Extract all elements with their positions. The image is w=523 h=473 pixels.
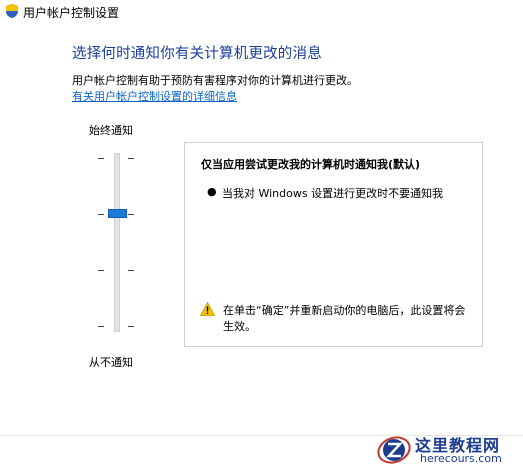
watermark: 这里教程网 herecours.com [372,430,522,470]
slider-thumb[interactable] [108,209,127,218]
slider-tick-right [128,326,134,327]
restart-warning: 在单击“确定”并重新启动你的电脑后，此设置将会生效。 [223,304,466,333]
watermark-url: herecours.com [420,452,502,465]
slider-tick-left [98,326,104,327]
slider-tick-left [98,158,104,159]
page-description: 用户帐户控制有助于预防有害程序对你的计算机进行更改。 [72,74,358,87]
window-title: 用户帐户控制设置 [23,6,120,20]
page-heading: 选择何时通知你有关计算机更改的消息 [72,46,322,62]
level-bullet: 当我对 Windows 设置进行更改时不要通知我 [222,187,444,200]
warning-icon [200,302,215,316]
watermark-logo-icon [377,436,411,464]
slider-bottom-label: 从不通知 [89,356,133,369]
level-title: 仅当应用尝试更改我的计算机时通知我(默认) [201,158,421,171]
slider-tick-right [128,214,134,215]
slider-top-label: 始终通知 [89,124,133,137]
slider-track[interactable] [114,153,120,332]
slider-tick-right [128,270,134,271]
level-description-panel: 仅当应用尝试更改我的计算机时通知我(默认) ● 当我对 Windows 设置进行… [184,142,483,347]
uac-shield-icon [6,4,18,18]
slider-tick-right [128,158,134,159]
slider-tick-left [98,270,104,271]
bullet-icon: ● [207,185,217,198]
uac-details-link[interactable]: 有关用户帐户控制设置的详细信息 [72,88,237,104]
title-bar: 用户帐户控制设置 [0,0,523,24]
slider-tick-left [98,214,104,215]
